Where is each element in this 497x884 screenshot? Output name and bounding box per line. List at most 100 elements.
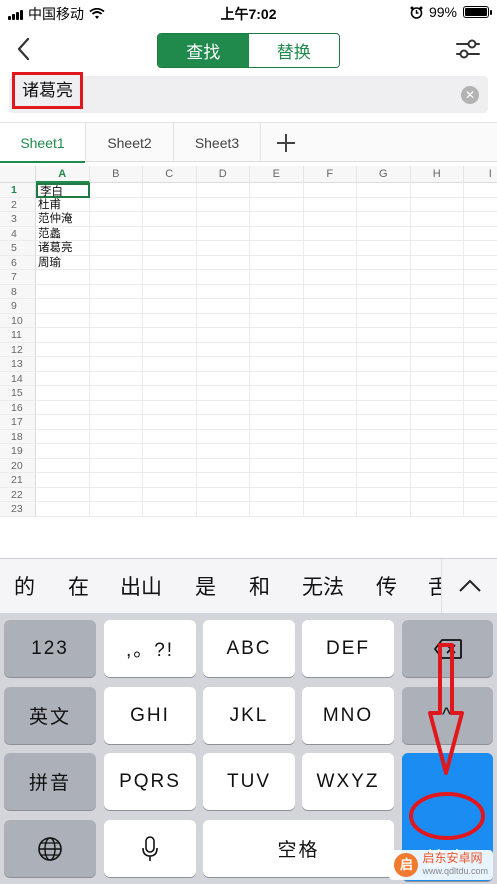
- grid-cell[interactable]: [357, 328, 411, 343]
- grid-cell[interactable]: [410, 429, 464, 444]
- grid-cell[interactable]: [36, 328, 90, 343]
- row-header[interactable]: 11: [0, 328, 36, 343]
- row-header[interactable]: 6: [0, 255, 36, 270]
- row-header[interactable]: 4: [0, 226, 36, 241]
- grid-cell[interactable]: [303, 458, 357, 473]
- column-header-c[interactable]: C: [143, 166, 197, 183]
- grid-cell[interactable]: [36, 386, 90, 401]
- row-header[interactable]: 16: [0, 400, 36, 415]
- grid-cell[interactable]: [357, 458, 411, 473]
- grid-cell[interactable]: [143, 458, 197, 473]
- globe-key[interactable]: [4, 820, 96, 877]
- row-header[interactable]: 7: [0, 270, 36, 285]
- grid-cell[interactable]: [196, 270, 250, 285]
- grid-cell[interactable]: [357, 284, 411, 299]
- grid-cell[interactable]: [196, 197, 250, 212]
- grid-cell[interactable]: [36, 444, 90, 459]
- expand-candidates-button[interactable]: [441, 559, 497, 614]
- grid-cell[interactable]: [143, 429, 197, 444]
- grid-cell[interactable]: [36, 458, 90, 473]
- candidate-word[interactable]: 出山: [120, 571, 162, 601]
- grid-cell[interactable]: [410, 328, 464, 343]
- grid-cell[interactable]: [303, 487, 357, 502]
- grid-cell[interactable]: [196, 255, 250, 270]
- row-header[interactable]: 8: [0, 284, 36, 299]
- grid-cell[interactable]: [36, 357, 90, 372]
- grid-cell[interactable]: [143, 386, 197, 401]
- tab-sheet2[interactable]: Sheet2: [86, 123, 174, 162]
- grid-cell[interactable]: [250, 458, 304, 473]
- key-def[interactable]: DEF: [302, 620, 394, 677]
- grid-cell[interactable]: [36, 415, 90, 430]
- grid-cell[interactable]: 周瑜: [36, 255, 90, 270]
- grid-cell[interactable]: [250, 255, 304, 270]
- row-header[interactable]: 17: [0, 415, 36, 430]
- grid-cell[interactable]: [410, 212, 464, 227]
- grid-cell[interactable]: [89, 357, 143, 372]
- grid-cell[interactable]: [303, 270, 357, 285]
- grid-cell[interactable]: [410, 458, 464, 473]
- grid-cell[interactable]: [196, 429, 250, 444]
- grid-cell[interactable]: [410, 386, 464, 401]
- grid-cell[interactable]: [143, 487, 197, 502]
- key-abc[interactable]: ABC: [203, 620, 295, 677]
- row-header[interactable]: 5: [0, 241, 36, 256]
- grid-cell[interactable]: [250, 313, 304, 328]
- grid-cell[interactable]: [89, 502, 143, 517]
- grid-cell[interactable]: [303, 502, 357, 517]
- grid-cell[interactable]: [36, 342, 90, 357]
- grid-cell[interactable]: [143, 400, 197, 415]
- grid-cell[interactable]: [36, 299, 90, 314]
- column-header-f[interactable]: F: [303, 166, 357, 183]
- grid-cell[interactable]: [410, 197, 464, 212]
- grid-cell[interactable]: [250, 284, 304, 299]
- grid-cell[interactable]: [250, 415, 304, 430]
- grid-cell[interactable]: [89, 473, 143, 488]
- grid-cell[interactable]: [143, 255, 197, 270]
- grid-cell[interactable]: [196, 415, 250, 430]
- grid-cell[interactable]: [196, 386, 250, 401]
- grid-cell[interactable]: [303, 183, 357, 198]
- grid-cell[interactable]: [196, 183, 250, 198]
- grid-cell[interactable]: [143, 371, 197, 386]
- key-english[interactable]: 英文: [4, 687, 96, 744]
- grid-cell[interactable]: [250, 197, 304, 212]
- grid-cell[interactable]: [410, 502, 464, 517]
- grid-cell[interactable]: [464, 314, 497, 328]
- grid-cell[interactable]: [250, 342, 304, 357]
- grid-cell[interactable]: [250, 429, 304, 444]
- grid-cell[interactable]: [89, 212, 143, 227]
- grid-cell[interactable]: [303, 299, 357, 314]
- grid-cell[interactable]: [89, 487, 143, 502]
- row-header[interactable]: 15: [0, 386, 36, 401]
- grid-cell[interactable]: [89, 255, 143, 270]
- row-header[interactable]: 9: [0, 299, 36, 314]
- grid-cell[interactable]: [464, 488, 497, 502]
- grid-cell[interactable]: [357, 212, 411, 227]
- grid-cell[interactable]: [303, 313, 357, 328]
- grid-cell[interactable]: [410, 473, 464, 488]
- grid-cell[interactable]: [303, 284, 357, 299]
- grid-cell[interactable]: [303, 357, 357, 372]
- grid-cell[interactable]: [357, 473, 411, 488]
- column-header-d[interactable]: D: [196, 166, 250, 183]
- grid-cell[interactable]: [89, 400, 143, 415]
- row-header[interactable]: 21: [0, 473, 36, 488]
- grid-cell[interactable]: [410, 226, 464, 241]
- grid-cell[interactable]: [464, 285, 497, 299]
- grid-cell[interactable]: [36, 371, 90, 386]
- add-sheet-icon[interactable]: [270, 127, 302, 159]
- grid-cell[interactable]: [196, 487, 250, 502]
- grid-cell[interactable]: [250, 444, 304, 459]
- row-header[interactable]: 14: [0, 371, 36, 386]
- grid-cell[interactable]: [250, 212, 304, 227]
- grid-cell[interactable]: [250, 183, 304, 198]
- grid-cell[interactable]: [464, 386, 497, 401]
- grid-cell[interactable]: [89, 284, 143, 299]
- grid-cell[interactable]: [410, 241, 464, 256]
- grid-cell[interactable]: [89, 226, 143, 241]
- grid-cell[interactable]: [357, 342, 411, 357]
- key-caret[interactable]: ^: [402, 687, 493, 744]
- grid-cell[interactable]: [410, 371, 464, 386]
- grid-cell[interactable]: [89, 328, 143, 343]
